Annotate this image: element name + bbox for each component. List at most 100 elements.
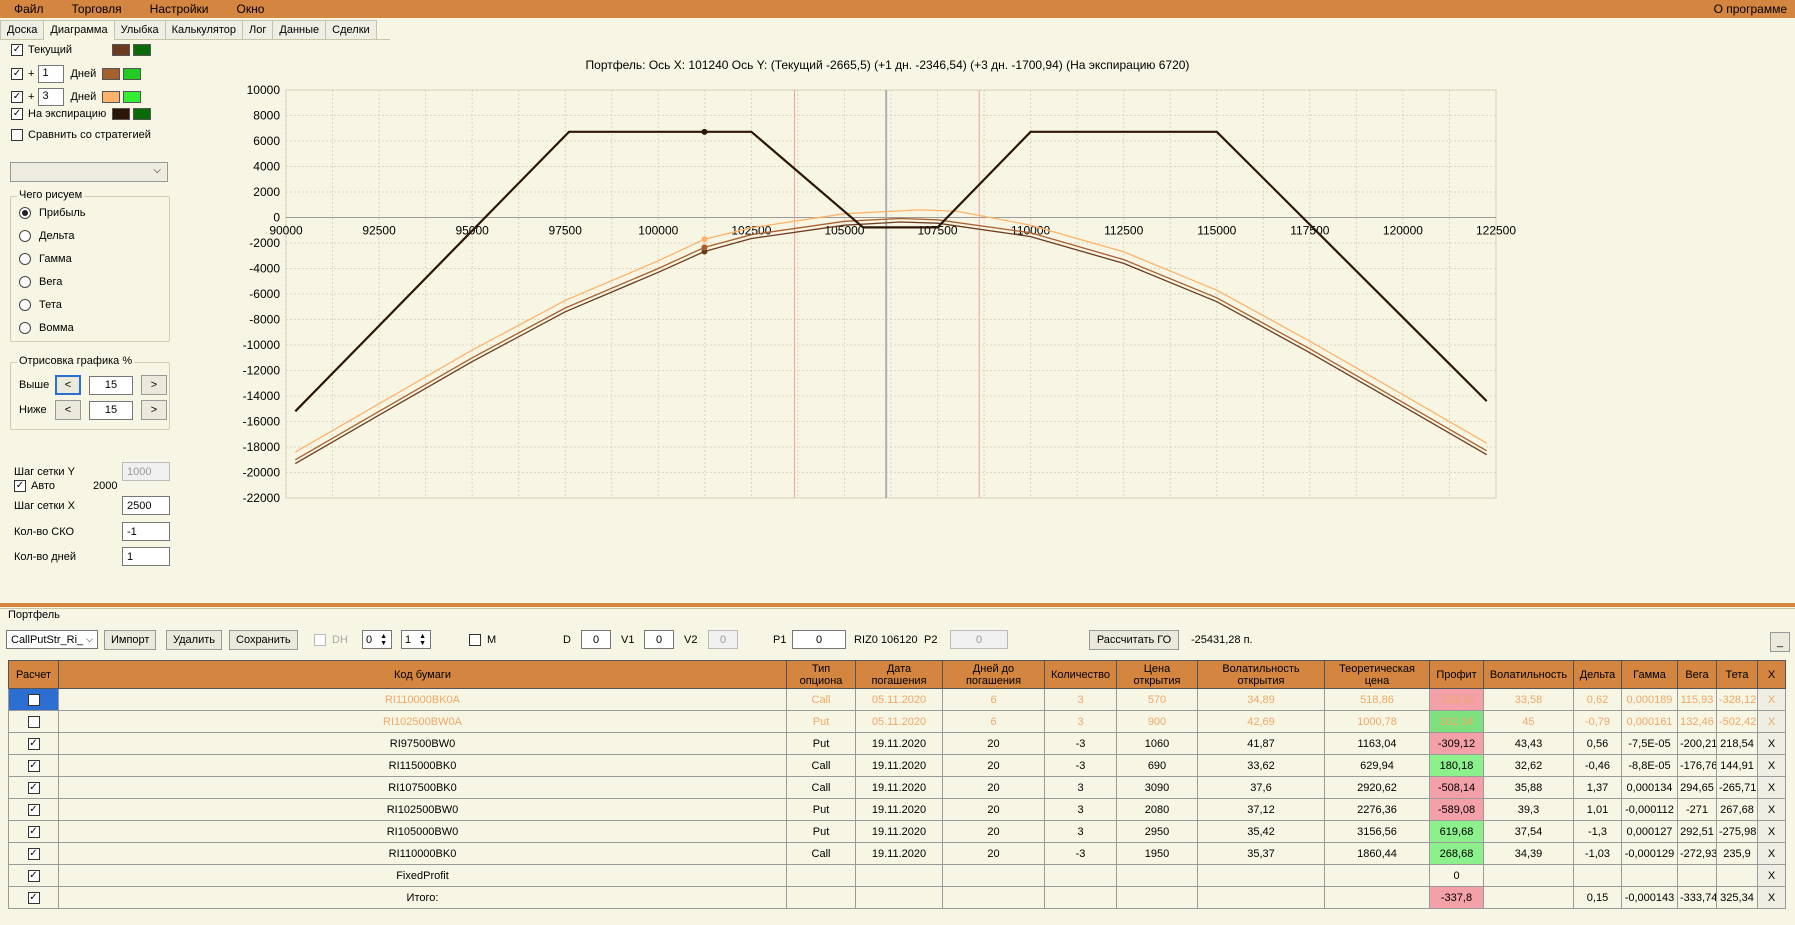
payoff-chart[interactable]: 10000 8000 6000 4000 2000 0 -2000 -4000 -6000 -80… (180, 80, 1595, 580)
compare-checkbox[interactable] (11, 129, 23, 141)
v2-input[interactable]: 0 (708, 630, 738, 649)
below-input[interactable]: 15 (89, 400, 133, 420)
tab-smile[interactable]: Улыбка (113, 20, 166, 39)
current-color-swatch-2[interactable] (133, 44, 151, 56)
column-header[interactable]: Тип опциона (786, 660, 856, 689)
strategy-combo[interactable]: CallPutStr_Ri_ ⌵ (6, 630, 98, 649)
column-header[interactable]: Теоретическая цена (1324, 660, 1430, 689)
v1-input[interactable]: 0 (644, 630, 674, 649)
menu-settings[interactable]: Настройки (136, 2, 223, 16)
remove-row-button[interactable]: X (1757, 688, 1786, 711)
calc-checkbox-cell[interactable]: ✓ (8, 842, 59, 865)
calc-checkbox-cell[interactable]: ✓ (8, 820, 59, 843)
remove-row-button[interactable]: X (1757, 864, 1786, 887)
column-header[interactable]: Цена открытия (1116, 660, 1198, 689)
remove-row-button[interactable]: X (1757, 820, 1786, 843)
plus1-color-swatch-2[interactable] (123, 68, 142, 80)
plus1-days-input[interactable]: 1 (38, 65, 65, 83)
calc-checkbox-cell[interactable]: ✓ (8, 732, 59, 755)
table-row[interactable]: ✓ RI115000BK0 Call 19.11.2020 20 -3 690 33,62 62… (8, 754, 1786, 777)
column-header[interactable]: Дата погашения (855, 660, 943, 689)
current-color-swatch[interactable] (112, 44, 130, 56)
calc-checkbox[interactable] (27, 693, 40, 706)
tab-data[interactable]: Данные (272, 20, 327, 39)
table-row[interactable]: ✓ RI102500BW0 Put 19.11.2020 20 3 2080 37,12 227… (8, 798, 1786, 821)
radio-vomma[interactable]: Вомма (19, 322, 74, 334)
calc-checkbox[interactable]: ✓ (27, 759, 40, 772)
remove-row-button[interactable]: X (1757, 776, 1786, 799)
table-row[interactable]: ✓ RI97500BW0 Put 19.11.2020 20 -3 1060 41,87 116… (8, 732, 1786, 755)
radio-delta[interactable]: Дельта (19, 230, 75, 242)
grid-y-input[interactable]: 1000 (122, 462, 170, 481)
above-decrease-button[interactable]: < (55, 375, 81, 395)
plus3-days-input[interactable]: 3 (38, 88, 65, 106)
tab-calculator[interactable]: Калькулятор (164, 20, 244, 39)
calc-checkbox-cell[interactable]: ✓ (8, 886, 59, 909)
column-header[interactable]: Количество (1044, 660, 1117, 689)
expiry-color-swatch-2[interactable] (133, 108, 151, 120)
calc-checkbox[interactable]: ✓ (27, 825, 40, 838)
calc-checkbox[interactable]: ✓ (27, 869, 40, 882)
calc-checkbox[interactable]: ✓ (27, 781, 40, 794)
column-header[interactable]: Расчет (8, 660, 59, 689)
spinner-icon[interactable]: ▲ ▼ (419, 633, 426, 647)
current-checkbox[interactable]: ✓ (11, 44, 23, 56)
calc-checkbox-cell[interactable]: ✓ (8, 864, 59, 887)
calc-checkbox[interactable]: ✓ (27, 803, 40, 816)
above-increase-button[interactable]: > (141, 375, 167, 395)
auto-checkbox[interactable]: ✓ (14, 480, 26, 492)
table-row[interactable]: ✓ Итого: -337,8 0,15 -0,000143 -333,74 325,34 X (8, 886, 1786, 909)
calc-checkbox[interactable]: ✓ (27, 847, 40, 860)
column-header[interactable]: Профит (1429, 660, 1484, 689)
import-button[interactable]: Импорт (104, 630, 157, 650)
column-header[interactable]: Тета (1716, 660, 1758, 689)
remove-row-button[interactable]: X (1757, 798, 1786, 821)
remove-row-button[interactable]: X (1757, 842, 1786, 865)
tab-deals[interactable]: Сделки (325, 20, 377, 39)
menu-file[interactable]: Файл (0, 2, 58, 16)
expiry-checkbox[interactable]: ✓ (11, 108, 23, 120)
table-row[interactable]: RI102500BW0A Put 05.11.2020 6 3 900 42,69 1000,… (8, 710, 1786, 733)
calc-checkbox[interactable]: ✓ (27, 737, 40, 750)
expiry-color-swatch[interactable] (112, 108, 130, 120)
save-button[interactable]: Сохранить (229, 630, 298, 650)
radio-profit-circle[interactable] (19, 207, 31, 219)
column-header[interactable]: Волатильность открытия (1197, 660, 1325, 689)
calc-checkbox-cell[interactable] (8, 688, 59, 711)
calc-go-button[interactable]: Рассчитать ГО (1089, 630, 1179, 650)
radio-gamma[interactable]: Гамма (19, 253, 72, 265)
remove-row-button[interactable]: X (1757, 754, 1786, 777)
tab-log[interactable]: Лог (242, 20, 274, 39)
table-row[interactable]: ✓ RI105000BW0 Put 19.11.2020 20 3 2950 35,42 315… (8, 820, 1786, 843)
splitter[interactable] (0, 603, 1795, 607)
spinner-icon[interactable]: ▲ ▼ (380, 633, 387, 647)
remove-row-button[interactable]: X (1757, 732, 1786, 755)
calc-checkbox[interactable]: ✓ (27, 891, 40, 904)
table-row[interactable]: ✓ FixedProfit 0 X (8, 864, 1786, 887)
radio-gamma-circle[interactable] (19, 253, 31, 265)
column-header[interactable]: Дней до погашения (942, 660, 1045, 689)
plus3-color-swatch-2[interactable] (123, 91, 142, 103)
calc-checkbox[interactable] (27, 715, 40, 728)
tab-board[interactable]: Доска (0, 20, 45, 39)
spin2-input[interactable]: 1 ▲ ▼ (401, 630, 431, 649)
plus3-color-swatch[interactable] (102, 91, 121, 103)
plus1-checkbox[interactable]: ✓ (11, 68, 23, 80)
minimize-button[interactable]: _ (1770, 632, 1790, 652)
d-input[interactable]: 0 (581, 630, 611, 649)
p1-input[interactable]: 0 (792, 630, 846, 649)
spin1-input[interactable]: 0 ▲ ▼ (362, 630, 392, 649)
radio-theta-circle[interactable] (19, 299, 31, 311)
calc-checkbox-cell[interactable] (8, 710, 59, 733)
delete-button[interactable]: Удалить (166, 630, 222, 650)
radio-theta[interactable]: Тета (19, 299, 62, 311)
calc-checkbox-cell[interactable]: ✓ (8, 754, 59, 777)
column-header[interactable]: Гамма (1621, 660, 1678, 689)
radio-delta-circle[interactable] (19, 230, 31, 242)
below-decrease-button[interactable]: < (55, 400, 81, 420)
menu-window[interactable]: Окно (223, 2, 279, 16)
column-header[interactable]: Вега (1677, 660, 1717, 689)
radio-vega[interactable]: Вега (19, 276, 62, 288)
sko-input[interactable]: -1 (122, 522, 170, 541)
above-input[interactable]: 15 (89, 375, 133, 395)
